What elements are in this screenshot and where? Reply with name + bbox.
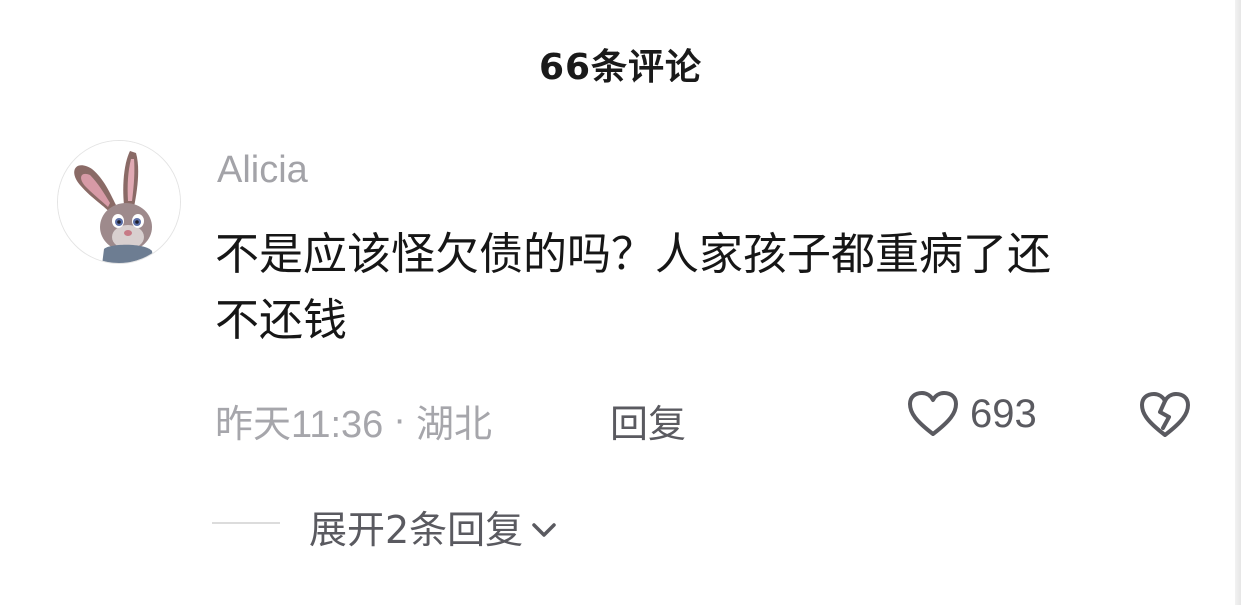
meta-separator: · [393,399,406,441]
avatar[interactable] [57,140,181,264]
panel-edge [1235,0,1241,605]
comment-text-line: 不还钱 [215,295,347,346]
expand-replies-label: 展开2条回复 [309,508,524,552]
like-count: 693 [970,391,1037,436]
comment-body: 不是应该怪欠债的吗？人家孩子都重病了还 不还钱 [215,222,1215,354]
like-button[interactable]: 693 [906,389,1037,439]
chevron-down-icon [532,522,556,537]
comment-location: 湖北 [415,404,492,446]
reply-button[interactable]: 回复 [610,393,686,448]
heart-outline-icon [908,391,958,436]
broken-heart-icon [1140,392,1190,437]
comment-meta: 昨天11:36 · 湖北 [215,393,492,448]
comment-text-line: 不是应该怪欠债的吗？人家孩子都重病了还 [215,229,1051,280]
comment-time: 昨天11:36 [215,404,384,446]
comment-count-title: 66条评论 [538,47,703,88]
comments-panel: 66条评论 Alicia 不是应该怪欠债的吗？人家孩子都重病了还 不还钱 昨天1… [0,0,1241,605]
expand-replies-button[interactable]: 展开2条回复 [309,499,557,554]
rabbit-avatar-icon [58,141,180,263]
comment-username[interactable]: Alicia [217,149,308,192]
dislike-button[interactable] [1138,390,1192,444]
expand-divider [212,522,280,524]
